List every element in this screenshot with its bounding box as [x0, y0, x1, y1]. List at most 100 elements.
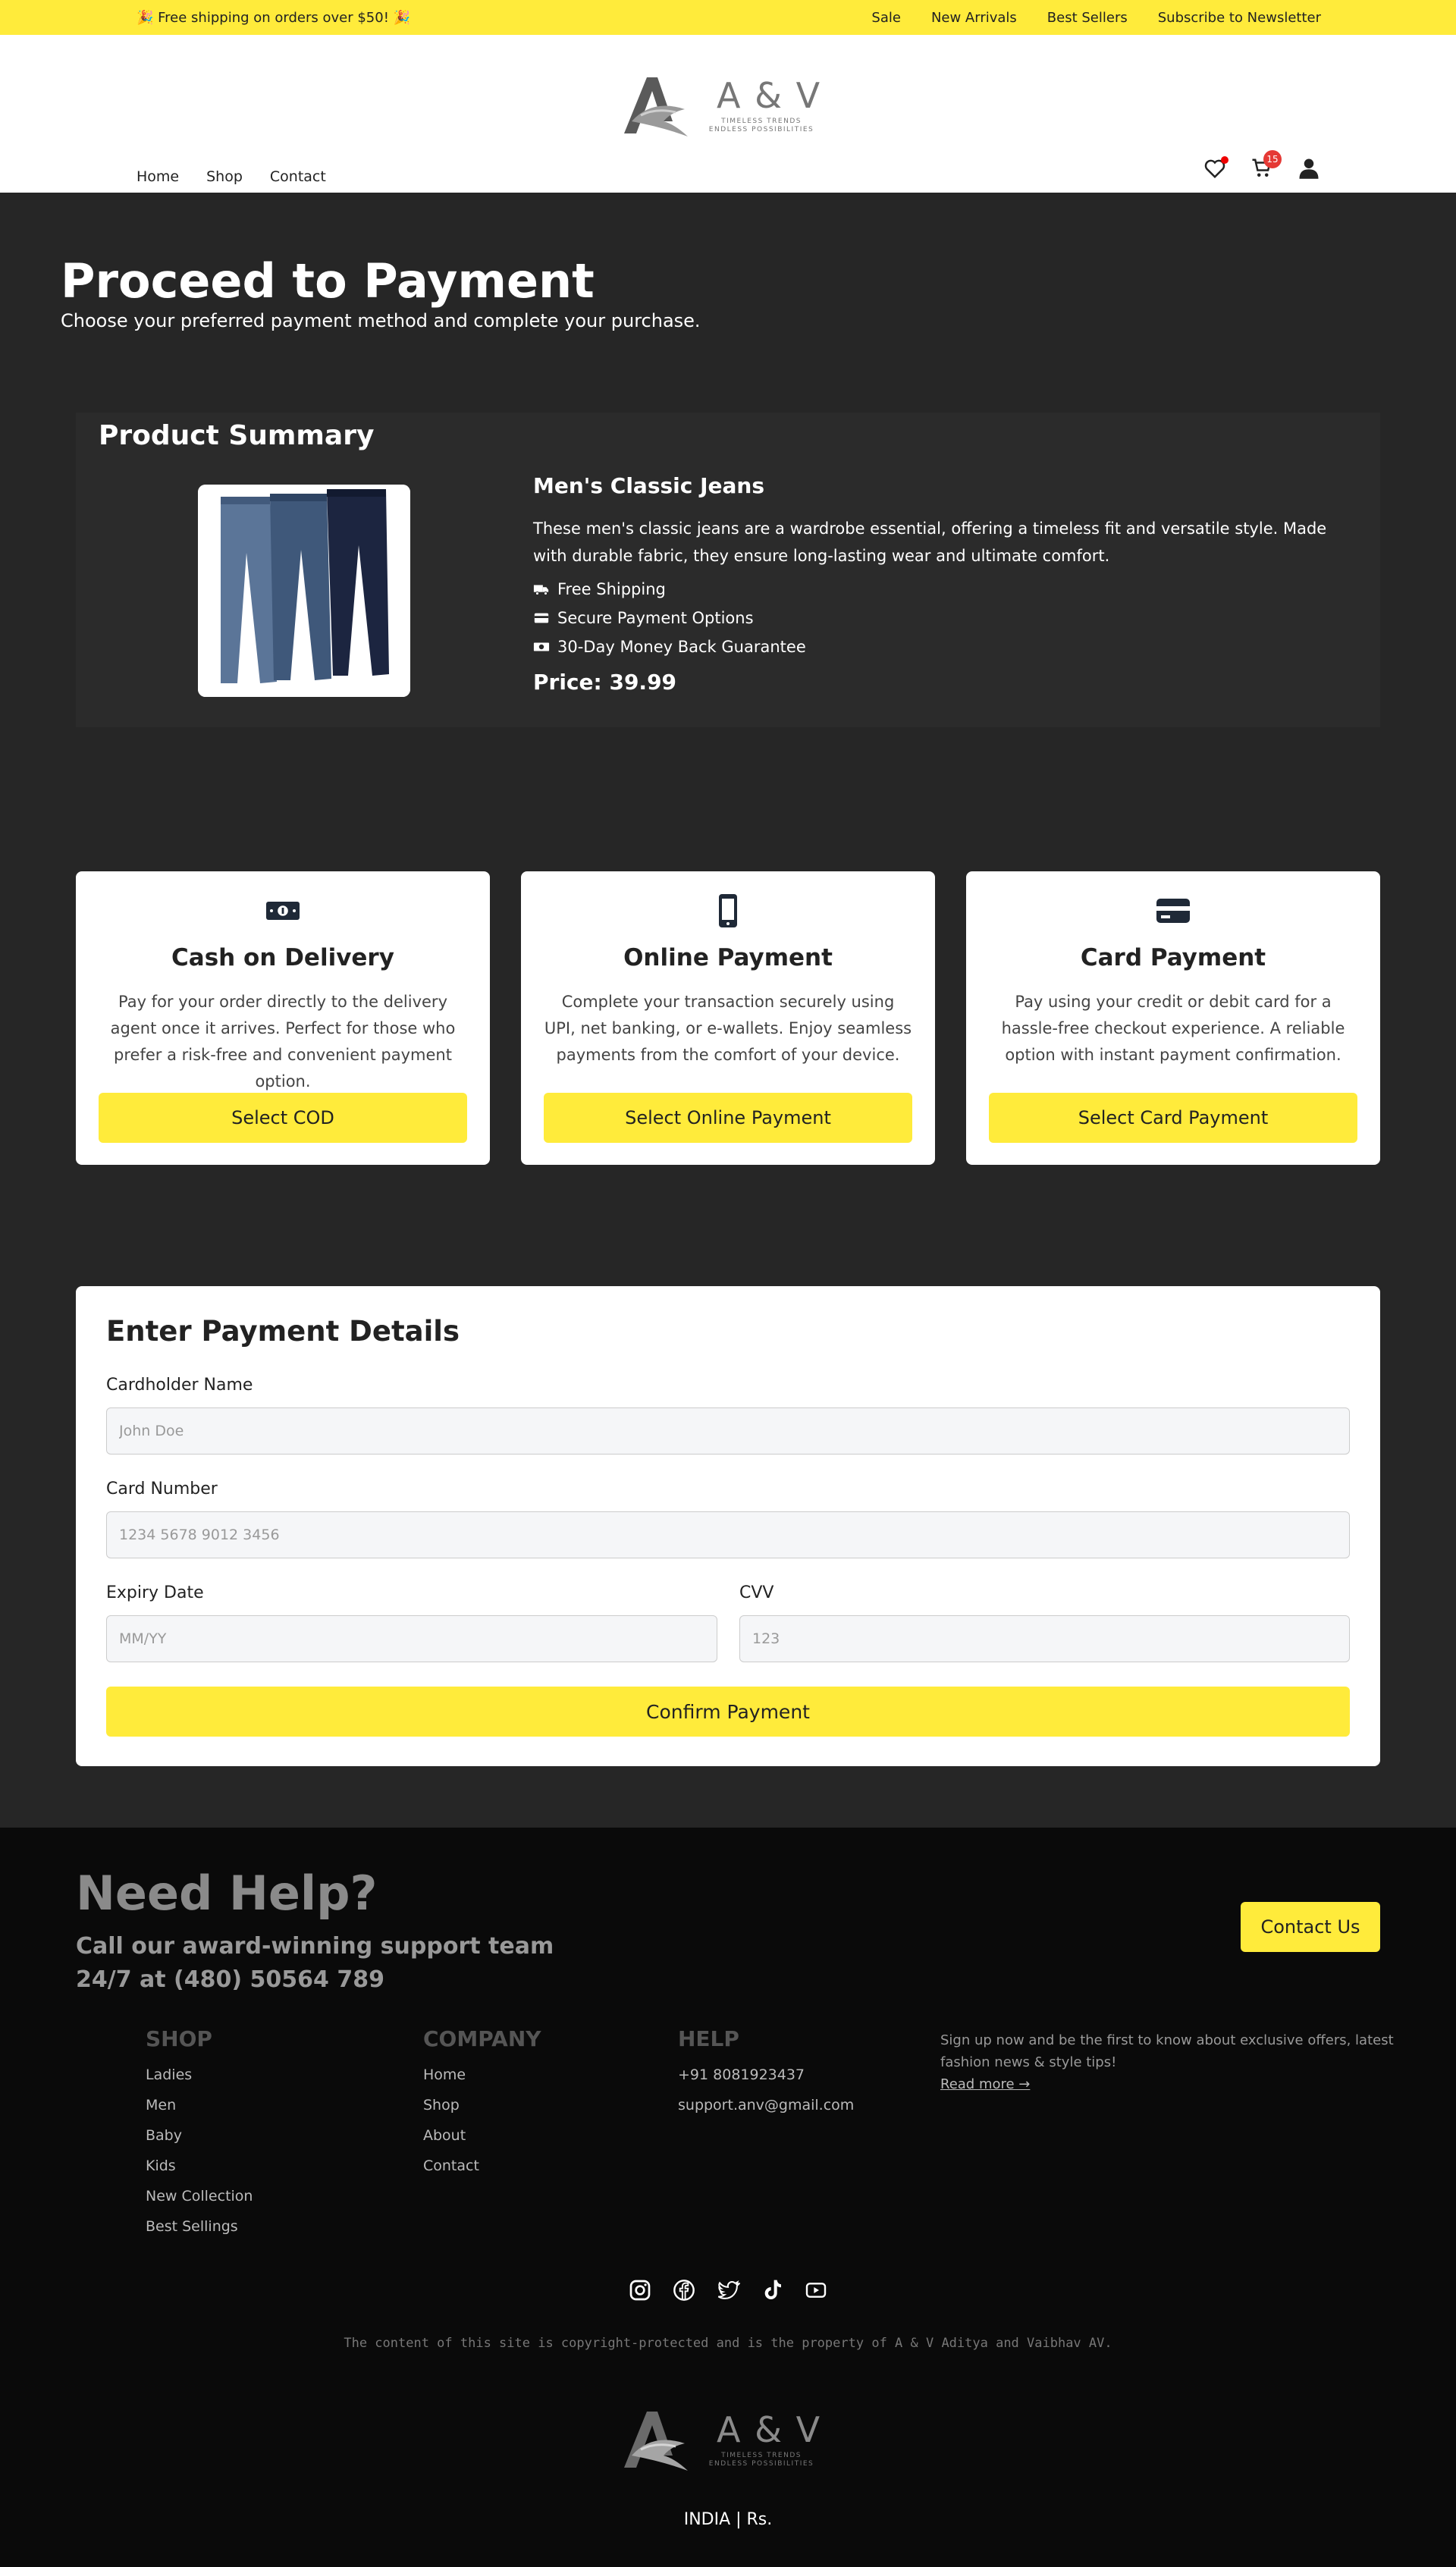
- card-number-label: Card Number: [106, 1480, 218, 1498]
- contact-us-button[interactable]: Contact Us: [1241, 1902, 1380, 1952]
- tiktok-button[interactable]: [758, 2277, 786, 2304]
- product-image: [198, 485, 410, 697]
- cash-icon: [266, 902, 300, 920]
- feature-secure-payment: Secure Payment Options: [533, 609, 1337, 627]
- footer-phone-link[interactable]: +91 8081923437: [678, 2066, 854, 2083]
- method-description: Pay using your credit or debit card for …: [1001, 993, 1345, 1064]
- brand-name: A & V: [717, 2409, 822, 2451]
- newsletter-link[interactable]: Subscribe to Newsletter: [1158, 10, 1321, 26]
- twitter-icon: [717, 2280, 740, 2299]
- select-cod-button[interactable]: Select COD: [99, 1093, 467, 1143]
- youtube-icon: [805, 2283, 827, 2298]
- jeans-image: [198, 485, 410, 697]
- newsletter-blurb: Sign up now and be the first to know abo…: [940, 2029, 1441, 2095]
- tiktok-icon: [764, 2280, 781, 2299]
- page-subtitle: Choose your preferred payment method and…: [61, 310, 701, 331]
- cardholder-label: Cardholder Name: [106, 1376, 253, 1395]
- method-description: Complete your transaction securely using…: [544, 993, 912, 1064]
- brand-tagline-1: TIMELESS TRENDS: [721, 2452, 802, 2460]
- wishlist-dot-badge: [1221, 156, 1228, 164]
- help-title: Need Help?: [76, 1866, 378, 1921]
- footer-email-link[interactable]: support.anv@gmail.com: [678, 2097, 854, 2114]
- region-currency: INDIA | Rs.: [683, 2510, 773, 2529]
- help-text: Call our award-winning support team 24/7…: [76, 1933, 554, 1993]
- select-online-payment-button[interactable]: Select Online Payment: [544, 1093, 912, 1143]
- new-arrivals-link[interactable]: New Arrivals: [931, 10, 1017, 26]
- method-card-card: Card Payment Pay using your credit or de…: [966, 871, 1380, 1165]
- method-card-cod: Cash on Delivery Pay for your order dire…: [76, 871, 490, 1165]
- wishlist-button[interactable]: [1203, 156, 1228, 180]
- youtube-button[interactable]: [802, 2277, 830, 2304]
- footer-link[interactable]: Contact: [423, 2157, 541, 2174]
- announcement-bar: 🎉 Free shipping on orders over $50! 🎉 Sa…: [0, 0, 1456, 35]
- best-sellers-link[interactable]: Best Sellers: [1047, 10, 1128, 26]
- cardholder-name-input[interactable]: [106, 1407, 1350, 1455]
- cart-count-badge: 15: [1263, 150, 1282, 168]
- promo-text: 🎉 Free shipping on orders over $50! 🎉: [136, 9, 411, 26]
- cvv-input[interactable]: [739, 1615, 1350, 1662]
- facebook-icon: [673, 2280, 695, 2301]
- select-card-payment-button[interactable]: Select Card Payment: [989, 1093, 1357, 1143]
- read-more-link[interactable]: Read more →: [940, 2076, 1030, 2092]
- form-title: Enter Payment Details: [106, 1315, 460, 1348]
- product-name: Men's Classic Jeans: [533, 473, 764, 498]
- user-icon: [1299, 158, 1319, 179]
- footer-link[interactable]: Ladies: [146, 2066, 253, 2083]
- footer-link[interactable]: Men: [146, 2097, 253, 2114]
- brand-logo[interactable]: A & V TIMELESS TRENDS ENDLESS POSSIBILIT…: [618, 68, 821, 144]
- brand-tagline-2: ENDLESS POSSIBILITIES: [708, 126, 814, 133]
- footer-link[interactable]: About: [423, 2127, 541, 2144]
- footer-link[interactable]: Baby: [146, 2127, 253, 2144]
- feature-label: Free Shipping: [557, 580, 666, 598]
- account-button[interactable]: [1297, 156, 1321, 180]
- footer-link[interactable]: Kids: [146, 2157, 253, 2174]
- feature-label: 30-Day Money Back Guarantee: [557, 638, 806, 656]
- feature-free-shipping: Free Shipping: [533, 580, 1337, 598]
- footer-shop-heading: SHOP: [146, 2026, 212, 2051]
- brand-name: A & V: [717, 75, 822, 117]
- topbar-links: Sale New Arrivals Best Sellers Subscribe…: [871, 10, 1321, 26]
- money-icon: [533, 642, 550, 651]
- truck-icon: [533, 585, 549, 595]
- payment-details-form: Enter Payment Details Cardholder Name Ca…: [76, 1286, 1380, 1766]
- footer-company-column: COMPANY Home Shop About Contact: [423, 2026, 541, 2188]
- payment-methods: Cash on Delivery Pay for your order dire…: [76, 871, 1380, 1165]
- summary-heading: Product Summary: [99, 420, 375, 451]
- footer-link[interactable]: Best Sellings: [146, 2218, 253, 2235]
- instagram-icon: [629, 2280, 651, 2301]
- nav-home[interactable]: Home: [136, 168, 179, 185]
- instagram-button[interactable]: [626, 2277, 654, 2304]
- cart-button[interactable]: 15: [1250, 150, 1282, 180]
- sale-link[interactable]: Sale: [871, 10, 901, 26]
- confirm-payment-button[interactable]: Confirm Payment: [106, 1687, 1350, 1737]
- feature-label: Secure Payment Options: [557, 609, 754, 627]
- footer-help-column: HELP +91 8081923437 support.anv@gmail.co…: [678, 2026, 854, 2127]
- brand-tagline-2: ENDLESS POSSIBILITIES: [708, 2460, 814, 2468]
- footer-link[interactable]: Home: [423, 2066, 541, 2083]
- product-info: Men's Classic Jeans These men's classic …: [533, 473, 1337, 695]
- page-title: Proceed to Payment: [61, 253, 595, 309]
- site-header: A & V TIMELESS TRENDS ENDLESS POSSIBILIT…: [0, 35, 1456, 193]
- facebook-button[interactable]: [670, 2277, 698, 2304]
- footer-brand-logo[interactable]: A & V TIMELESS TRENDS ENDLESS POSSIBILIT…: [618, 2402, 821, 2478]
- expiry-date-input[interactable]: [106, 1615, 717, 1662]
- footer-link[interactable]: New Collection: [146, 2188, 253, 2205]
- footer-link[interactable]: Shop: [423, 2097, 541, 2114]
- footer-company-heading: COMPANY: [423, 2026, 541, 2051]
- twitter-button[interactable]: [714, 2277, 742, 2304]
- brand-logo-mark-icon: [624, 2412, 688, 2471]
- payment-section: Proceed to Payment Choose your preferred…: [0, 193, 1456, 1828]
- method-description: Pay for your order directly to the deliv…: [110, 993, 456, 1091]
- footer-shop-column: SHOP Ladies Men Baby Kids New Collection…: [146, 2026, 253, 2248]
- method-title: Cash on Delivery: [171, 944, 394, 971]
- card-number-input[interactable]: [106, 1511, 1350, 1558]
- header-icons: 15: [1203, 150, 1321, 180]
- method-title: Card Payment: [1080, 944, 1266, 971]
- nav-shop[interactable]: Shop: [206, 168, 243, 185]
- mobile-icon: [719, 894, 737, 927]
- footer-help-heading: HELP: [678, 2026, 739, 2051]
- product-price: Price: 39.99: [533, 670, 677, 695]
- social-links: [626, 2277, 830, 2304]
- credit-card-icon: [534, 613, 549, 623]
- nav-contact[interactable]: Contact: [270, 168, 326, 185]
